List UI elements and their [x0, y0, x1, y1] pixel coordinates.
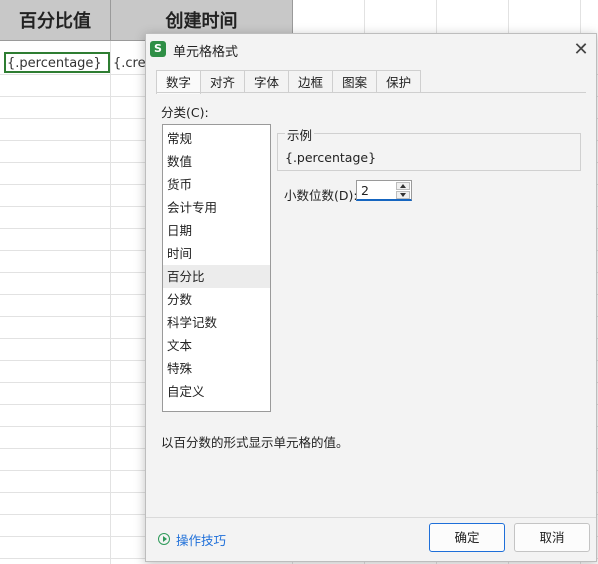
sample-value: {.percentage} [285, 150, 377, 165]
tab-protection[interactable]: 保护 [376, 70, 422, 93]
wps-spreadsheet-icon: S [150, 41, 166, 57]
format-description: 以百分数的形式显示单元格的值。 [161, 435, 349, 450]
page: 百分比值 创建时间 {.percentage} {.crea S 单元格格式 ✕… [0, 0, 598, 564]
ok-button[interactable]: 确定 [429, 523, 505, 552]
tab-border[interactable]: 边框 [288, 70, 334, 93]
cell-created-time-placeholder[interactable]: {.crea [113, 54, 147, 74]
play-circle-icon [158, 533, 170, 545]
dialog-title: 单元格格式 [173, 45, 239, 60]
category-list[interactable]: 常规 数值 货币 会计专用 日期 时间 百分比 分数 科学记数 文本 特殊 自定… [162, 124, 271, 412]
tab-alignment[interactable]: 对齐 [200, 70, 246, 93]
format-cells-dialog: S 单元格格式 ✕ 数字 对齐 字体 边框 图案 保护 分类(C): 常规 数值… [145, 33, 597, 562]
category-item-date[interactable]: 日期 [163, 219, 270, 242]
category-item-scientific[interactable]: 科学记数 [163, 311, 270, 334]
category-item-special[interactable]: 特殊 [163, 357, 270, 380]
tab-number[interactable]: 数字 [156, 70, 202, 94]
category-item-time[interactable]: 时间 [163, 242, 270, 265]
tab-font[interactable]: 字体 [244, 70, 290, 93]
cancel-button[interactable]: 取消 [514, 523, 590, 552]
dialog-titlebar[interactable]: S 单元格格式 ✕ [146, 34, 596, 64]
category-item-text[interactable]: 文本 [163, 334, 270, 357]
tips-label[interactable]: 操作技巧 [176, 530, 226, 549]
sample-group: 示例 {.percentage} [277, 125, 581, 171]
decimal-places-value[interactable]: 2 [361, 183, 369, 198]
decimal-places-label: 小数位数(D): [284, 188, 358, 203]
close-icon[interactable]: ✕ [570, 39, 592, 61]
spin-down-icon[interactable] [396, 191, 410, 199]
spin-up-icon[interactable] [396, 182, 410, 190]
tab-panel-border [156, 92, 586, 93]
category-item-general[interactable]: 常规 [163, 127, 270, 150]
dialog-tabs: 数字 对齐 字体 边框 图案 保护 [156, 70, 422, 94]
category-item-accounting[interactable]: 会计专用 [163, 196, 270, 219]
category-item-custom[interactable]: 自定义 [163, 380, 270, 403]
category-label: 分类(C): [161, 105, 209, 120]
category-item-percentage[interactable]: 百分比 [163, 265, 270, 288]
category-item-currency[interactable]: 货币 [163, 173, 270, 196]
tab-pattern[interactable]: 图案 [332, 70, 378, 93]
category-item-fraction[interactable]: 分数 [163, 288, 270, 311]
category-item-number[interactable]: 数值 [163, 150, 270, 173]
active-cell-outline [4, 52, 110, 73]
header-cell-percentage[interactable]: 百分比值 [0, 0, 111, 41]
tips-link[interactable]: 操作技巧 [158, 530, 226, 548]
sample-legend: 示例 [285, 125, 315, 144]
grid-column-line [110, 0, 111, 564]
decimal-places-stepper[interactable]: 2 [356, 180, 412, 201]
footer-divider [146, 517, 596, 518]
